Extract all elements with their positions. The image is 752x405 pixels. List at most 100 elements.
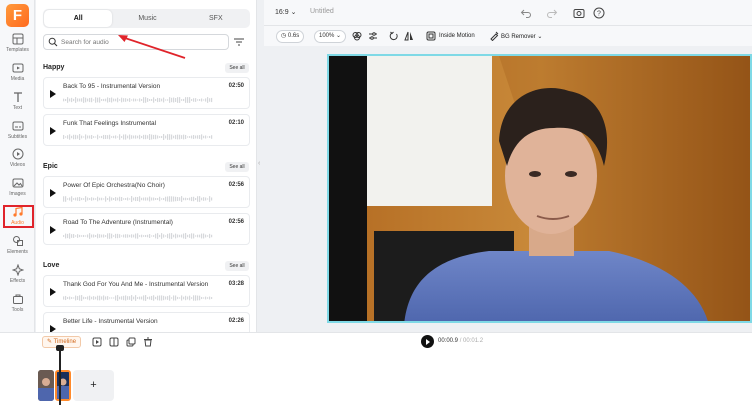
edit-toolbar: ◷ 0.6s 100% ⌄ Inside Motion BG Remover ⌄ (264, 26, 752, 46)
clip-thumbnail (38, 370, 54, 401)
video-preview[interactable] (327, 54, 752, 323)
app-logo[interactable]: F (6, 4, 29, 27)
top-bar: 16:9 ⌄ Untitled ? (264, 0, 752, 26)
svg-text:?: ? (597, 11, 601, 18)
section-title: Epic (43, 163, 58, 170)
rail-label: Templates (6, 47, 29, 53)
rail-item-effects[interactable]: Effects (0, 264, 35, 291)
track-duration: 02:10 (228, 120, 244, 126)
flip-icon[interactable] (404, 31, 414, 41)
tool-rail: F Templates Media Text Subtitles Videos … (0, 0, 35, 332)
text-icon (13, 92, 22, 102)
effects-icon (11, 264, 24, 276)
bg-remover-button[interactable]: BG Remover ⌄ (501, 33, 542, 40)
timeline-clip[interactable] (38, 370, 54, 401)
track-title: Road To The Adventure (Instrumental) (63, 219, 173, 226)
rail-label: Text (12, 105, 23, 111)
annotation-arrow-icon (118, 35, 186, 59)
project-title[interactable]: Untitled (310, 8, 334, 15)
canvas-area (264, 46, 752, 332)
duration-pill[interactable]: ◷ 0.6s (276, 30, 305, 43)
waveform (63, 295, 213, 301)
rail-label: Elements (7, 249, 28, 255)
screenshot-icon[interactable] (573, 7, 585, 19)
see-all-button[interactable]: See all (225, 63, 249, 73)
rail-item-images[interactable]: Images (0, 177, 35, 204)
current-time: 00:00.9 (438, 338, 459, 344)
inside-motion-button[interactable]: Inside Motion (439, 33, 475, 39)
rail-item-tools[interactable]: Tools (0, 293, 35, 320)
play-icon[interactable] (50, 288, 56, 296)
inside-motion-icon (426, 31, 436, 41)
rail-item-media[interactable]: Media (0, 62, 35, 89)
bg-remover-label: BG Remover (501, 34, 536, 40)
section-title: Love (43, 262, 60, 269)
track-item[interactable]: Back To 95 - Instrumental Version 02:50 (43, 77, 250, 109)
play-button[interactable] (421, 335, 434, 348)
rail-label: Images (9, 191, 26, 197)
waveform (63, 196, 213, 202)
rail-item-text[interactable]: Text (0, 91, 35, 118)
duplicate-icon[interactable] (126, 337, 136, 347)
annotation-highlight-box (3, 205, 34, 228)
track-item[interactable]: Thank God For You And Me - Instrumental … (43, 275, 250, 307)
adjust-sliders-icon[interactable] (368, 31, 378, 41)
see-all-button[interactable]: See all (225, 162, 249, 172)
play-icon[interactable] (50, 127, 56, 135)
timeline-clip-selected[interactable] (55, 370, 71, 401)
track-item[interactable]: Road To The Adventure (Instrumental) 02:… (43, 213, 250, 245)
track-title: Back To 95 - Instrumental Version (63, 83, 161, 90)
images-icon (12, 178, 23, 188)
rail-item-videos[interactable]: Videos (0, 148, 35, 175)
videos-icon (12, 148, 23, 160)
waveform (63, 97, 213, 103)
rail-label: Subtitles (7, 134, 28, 140)
track-duration: 03:28 (228, 281, 244, 287)
rotate-icon[interactable] (389, 31, 399, 41)
track-item[interactable]: Funk That Feelings Instrumental 02:10 (43, 114, 250, 146)
playhead[interactable] (56, 345, 64, 405)
waveform (63, 233, 213, 239)
rail-label: Effects (9, 278, 26, 284)
templates-icon (12, 33, 23, 45)
see-all-button[interactable]: See all (225, 261, 249, 271)
audio-panel: All Music SFX Happy See all Back To 95 -… (36, 0, 257, 332)
track-title: Power Of Epic Orchestra(No Choir) (63, 182, 165, 189)
time-display: 00:00.9 / 00:01.2 (438, 338, 483, 344)
play-icon[interactable] (50, 325, 56, 332)
aspect-ratio-select[interactable]: 16:9 ⌄ (275, 8, 296, 16)
aspect-ratio-value: 16:9 (275, 9, 289, 16)
track-duration: 02:56 (228, 219, 244, 225)
video-frame-image (329, 56, 750, 321)
track-duration: 02:26 (228, 318, 244, 324)
play-icon[interactable] (50, 189, 56, 197)
rail-item-elements[interactable]: Elements (0, 235, 35, 262)
redo-icon[interactable] (546, 7, 558, 19)
tools-icon (12, 294, 23, 304)
tab-sfx[interactable]: SFX (182, 9, 250, 28)
tab-music[interactable]: Music (113, 9, 181, 28)
split-icon[interactable] (109, 337, 119, 347)
zoom-value: 100% (319, 33, 335, 39)
play-icon[interactable] (50, 226, 56, 234)
zoom-select[interactable]: 100% ⌄ (314, 30, 347, 43)
color-adjust-icon[interactable] (352, 31, 362, 41)
add-clip-button[interactable]: + (73, 370, 114, 401)
total-time: / 00:01.2 (459, 338, 484, 344)
play-icon[interactable] (50, 90, 56, 98)
tab-all[interactable]: All (44, 10, 113, 27)
play-clip-icon[interactable] (92, 337, 102, 347)
help-icon[interactable]: ? (593, 7, 605, 19)
track-item[interactable]: Power Of Epic Orchestra(No Choir) 02:56 (43, 176, 250, 208)
waveform (63, 134, 213, 140)
delete-icon[interactable] (143, 337, 153, 347)
audio-tabs: All Music SFX (43, 9, 250, 28)
rail-item-templates[interactable]: Templates (0, 33, 35, 60)
track-item[interactable]: Better Life - Instrumental Version 02:26 (43, 312, 250, 332)
search-input[interactable] (61, 37, 121, 47)
undo-icon[interactable] (520, 7, 532, 19)
rail-item-subtitles[interactable]: Subtitles (0, 120, 35, 147)
elements-icon (12, 236, 23, 246)
bg-remover-icon (490, 31, 499, 41)
filter-icon[interactable] (234, 38, 244, 46)
